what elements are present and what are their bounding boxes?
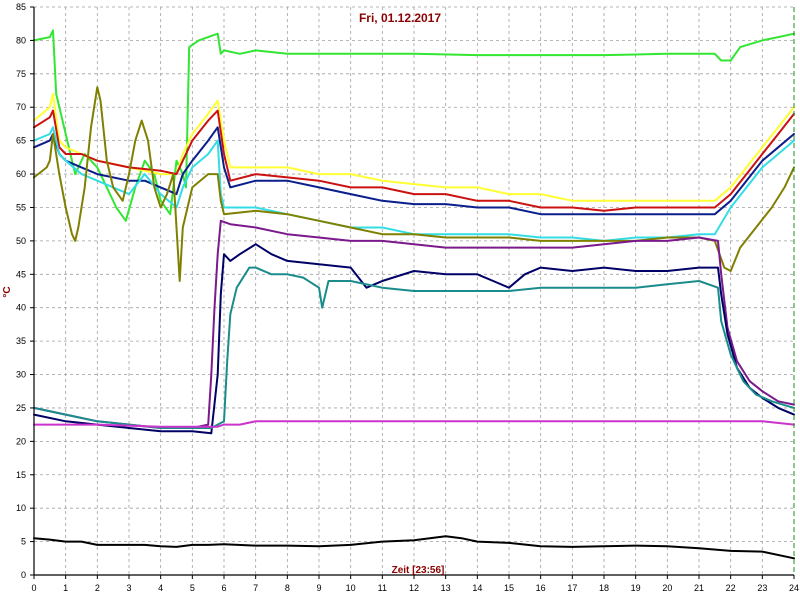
y-tick-label: 85	[16, 2, 26, 12]
y-tick-label: 25	[16, 403, 26, 413]
y-tick-label: 40	[16, 303, 26, 313]
x-tick-label: 12	[409, 583, 419, 593]
x-tick-label: 11	[378, 583, 387, 593]
chart-title: Fri, 01.12.2017	[359, 11, 441, 25]
x-tick-label: 21	[694, 583, 704, 593]
x-tick-label: 17	[567, 583, 577, 593]
x-tick-label: 15	[504, 583, 514, 593]
y-tick-label: 75	[16, 69, 26, 79]
x-tick-label: 22	[726, 583, 736, 593]
x-tick-label: 13	[441, 583, 451, 593]
x-tick-label: 1	[63, 583, 68, 593]
x-tick-label: 8	[285, 583, 290, 593]
x-tick-label: 5	[190, 583, 195, 593]
x-tick-label: 20	[662, 583, 672, 593]
x-axis-label: Zeit [23:56]	[392, 565, 445, 576]
y-tick-label: 35	[16, 336, 26, 346]
temperature-line-chart: 0 1 2 3 4 5 6 7 8 9 10 11 12 13 14 15 16 17 18 19 20 21 22 23 24…	[0, 0, 800, 600]
y-tick-label: 60	[16, 169, 26, 179]
x-tick-label: 23	[757, 583, 767, 593]
x-tick-label: 19	[631, 583, 641, 593]
y-tick-label: 80	[16, 35, 26, 45]
y-axis-label: °C	[2, 286, 13, 297]
x-tick-label: 9	[316, 583, 321, 593]
y-tick-label: 55	[16, 202, 26, 212]
y-tick-label: 45	[16, 269, 26, 279]
x-tick-label: 10	[346, 583, 356, 593]
y-tick-label: 30	[16, 370, 26, 380]
x-tick-label: 2	[95, 583, 100, 593]
y-tick-label: 20	[16, 436, 26, 446]
y-tick-label: 5	[21, 537, 26, 547]
x-tick-label: 7	[253, 583, 258, 593]
y-tick-label: 15	[16, 470, 26, 480]
y-tick-label: 0	[21, 570, 26, 580]
x-tick-label: 18	[599, 583, 609, 593]
x-tick-label: 0	[31, 583, 36, 593]
chart-background	[0, 0, 800, 600]
x-tick-label: 6	[221, 583, 226, 593]
y-tick-label: 10	[16, 503, 26, 513]
x-tick-label: 4	[158, 583, 163, 593]
x-tick-label: 14	[472, 583, 482, 593]
x-tick-label: 24	[789, 583, 799, 593]
x-tick-label: 3	[126, 583, 131, 593]
y-tick-label: 70	[16, 102, 26, 112]
y-tick-label: 50	[16, 236, 26, 246]
x-tick-label: 16	[536, 583, 546, 593]
y-tick-label: 65	[16, 136, 26, 146]
